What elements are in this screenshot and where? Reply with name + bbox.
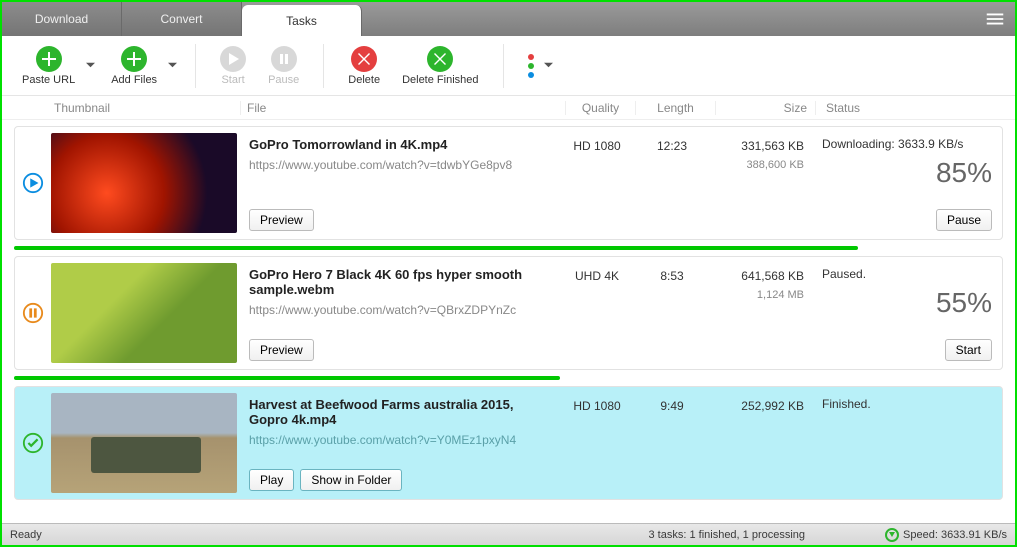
task-length: 8:53 bbox=[632, 257, 712, 369]
overflow-menu[interactable] bbox=[520, 54, 556, 78]
task-size: 641,568 KB bbox=[712, 269, 804, 283]
overflow-dropdown[interactable] bbox=[542, 61, 556, 70]
header-file[interactable]: File bbox=[240, 101, 565, 115]
task-list: GoPro Tomorrowland in 4K.mp4 https://www… bbox=[2, 126, 1015, 500]
thumbnail bbox=[51, 127, 241, 239]
start-task-button[interactable]: Start bbox=[945, 339, 992, 361]
paste-url-label: Paste URL bbox=[22, 74, 75, 86]
status-speed: Speed: 3633.91 KB/s bbox=[903, 529, 1007, 541]
more-icon bbox=[520, 54, 542, 78]
task-row[interactable]: GoPro Hero 7 Black 4K 60 fps hyper smoot… bbox=[14, 256, 1003, 370]
add-files-label: Add Files bbox=[111, 74, 157, 86]
tab-tasks[interactable]: Tasks bbox=[242, 5, 362, 36]
play-icon bbox=[220, 46, 246, 72]
thumbnail bbox=[51, 257, 241, 369]
pause-label: Pause bbox=[268, 74, 299, 86]
tab-bar: Download Convert Tasks bbox=[2, 2, 1015, 36]
add-files-button[interactable]: Add Files bbox=[103, 42, 165, 90]
play-button[interactable]: Play bbox=[249, 469, 294, 491]
pause-icon bbox=[271, 46, 297, 72]
task-length: 9:49 bbox=[632, 387, 712, 499]
start-button[interactable]: Start bbox=[212, 42, 254, 90]
tab-convert[interactable]: Convert bbox=[122, 2, 242, 36]
task-url: https://www.youtube.com/watch?v=QBrxZDPY… bbox=[249, 303, 554, 317]
progress-bar bbox=[14, 376, 560, 380]
separator bbox=[195, 44, 196, 88]
separator bbox=[323, 44, 324, 88]
task-quality: HD 1080 bbox=[562, 127, 632, 239]
x-icon bbox=[351, 46, 377, 72]
task-row[interactable]: Harvest at Beefwood Farms australia 2015… bbox=[14, 386, 1003, 500]
tab-download[interactable]: Download bbox=[2, 2, 122, 36]
task-title: Harvest at Beefwood Farms australia 2015… bbox=[249, 397, 554, 427]
task-quality: UHD 4K bbox=[562, 257, 632, 369]
paste-url-button[interactable]: Paste URL bbox=[14, 42, 83, 90]
header-size[interactable]: Size bbox=[715, 101, 815, 115]
task-size: 331,563 KB bbox=[712, 139, 804, 153]
thumbnail bbox=[51, 387, 241, 499]
task-status: Finished. bbox=[822, 397, 992, 411]
column-headers: Thumbnail File Quality Length Size Statu… bbox=[2, 96, 1015, 120]
header-length[interactable]: Length bbox=[635, 101, 715, 115]
status-ready: Ready bbox=[10, 529, 42, 541]
delete-finished-button[interactable]: Delete Finished bbox=[394, 42, 486, 90]
task-length: 12:23 bbox=[632, 127, 712, 239]
header-quality[interactable]: Quality bbox=[565, 101, 635, 115]
toolbar: Paste URL Add Files Start Pause Delete D… bbox=[2, 36, 1015, 96]
paste-url-dropdown[interactable] bbox=[83, 61, 97, 70]
task-row[interactable]: GoPro Tomorrowland in 4K.mp4 https://www… bbox=[14, 126, 1003, 240]
menu-icon[interactable] bbox=[975, 2, 1015, 36]
plus-icon bbox=[36, 46, 62, 72]
task-status: Downloading: 3633.9 KB/s bbox=[822, 137, 992, 151]
task-percent: 85% bbox=[822, 157, 992, 189]
plus-icon bbox=[121, 46, 147, 72]
progress-bar bbox=[14, 246, 858, 250]
delete-button[interactable]: Delete bbox=[340, 42, 388, 90]
task-url: https://www.youtube.com/watch?v=tdwbYGe8… bbox=[249, 158, 554, 172]
task-size-total: 388,600 KB bbox=[712, 159, 804, 171]
check-status-icon bbox=[15, 387, 51, 499]
task-status: Paused. bbox=[822, 267, 992, 281]
task-quality: HD 1080 bbox=[562, 387, 632, 499]
start-label: Start bbox=[221, 74, 244, 86]
pause-button[interactable]: Pause bbox=[260, 42, 307, 90]
status-tasks: 3 tasks: 1 finished, 1 processing bbox=[649, 529, 806, 541]
preview-button[interactable]: Preview bbox=[249, 339, 314, 361]
show-in-folder-button[interactable]: Show in Folder bbox=[300, 469, 402, 491]
task-title: GoPro Tomorrowland in 4K.mp4 bbox=[249, 137, 554, 152]
add-files-dropdown[interactable] bbox=[165, 61, 179, 70]
header-thumbnail[interactable]: Thumbnail bbox=[50, 101, 240, 115]
task-size: 252,992 KB bbox=[712, 399, 804, 413]
separator bbox=[503, 44, 504, 88]
x-icon bbox=[427, 46, 453, 72]
task-url: https://www.youtube.com/watch?v=Y0MEz1px… bbox=[249, 433, 554, 447]
delete-finished-label: Delete Finished bbox=[402, 74, 478, 86]
pause-task-button[interactable]: Pause bbox=[936, 209, 992, 231]
task-percent: 55% bbox=[822, 287, 992, 319]
delete-label: Delete bbox=[348, 74, 380, 86]
task-title: GoPro Hero 7 Black 4K 60 fps hyper smoot… bbox=[249, 267, 554, 297]
task-size-total: 1,124 MB bbox=[712, 289, 804, 301]
pause-status-icon bbox=[15, 257, 51, 369]
play-status-icon bbox=[15, 127, 51, 239]
download-speed-icon bbox=[885, 528, 899, 542]
header-status[interactable]: Status bbox=[815, 101, 1015, 115]
status-bar: Ready 3 tasks: 1 finished, 1 processing … bbox=[2, 523, 1015, 545]
preview-button[interactable]: Preview bbox=[249, 209, 314, 231]
